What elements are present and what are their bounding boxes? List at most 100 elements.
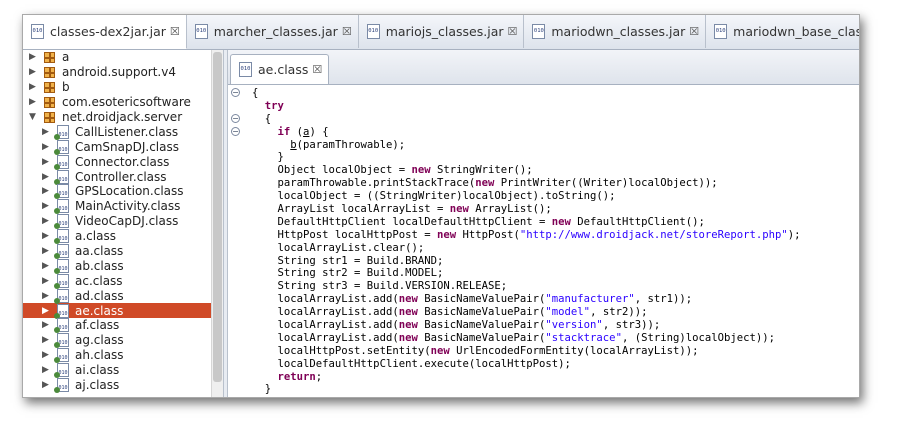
class-file-icon: 010 <box>54 333 69 349</box>
tree-package-row[interactable]: ▶ a <box>23 50 223 65</box>
package-icon <box>44 96 55 108</box>
code-token: BasicNameValuePair( <box>417 331 546 344</box>
expand-arrow-icon[interactable]: ▶ <box>27 52 38 62</box>
tab-marcher-classes[interactable]: 010 marcher_classes.jar ☒ <box>187 15 359 48</box>
close-icon[interactable]: ☒ <box>342 25 352 38</box>
tab-mariodwn-base-classes[interactable]: 010 mariodwn_base_classes.jar ☒ <box>706 15 859 48</box>
class-file-icon: 010 <box>54 258 69 274</box>
expand-arrow-icon[interactable]: ▶ <box>40 127 51 137</box>
code-token: ; <box>315 370 323 383</box>
expand-arrow-icon[interactable]: ▶ <box>40 335 51 345</box>
code-keyword: if <box>277 125 291 138</box>
expand-arrow-icon[interactable]: ▶ <box>40 365 51 375</box>
fold-collapse-icon[interactable]: − <box>231 127 240 136</box>
code-token: localHttpPost.setEntity( <box>277 344 431 357</box>
expand-arrow-icon[interactable]: ▶ <box>40 172 51 182</box>
scrollbar-thumb[interactable] <box>213 52 222 382</box>
tree-class-row[interactable]: ▶ 010 aa.class <box>23 244 223 260</box>
tab-classes-dex2jar[interactable]: 010 classes-dex2jar.jar ☒ <box>23 15 187 49</box>
code-line: ArrayList localArrayList = new ArrayList… <box>252 203 852 216</box>
class-label: VideoCapDJ.class <box>75 214 179 229</box>
fold-collapse-icon[interactable]: − <box>231 88 240 97</box>
expand-arrow-icon[interactable]: ▶ <box>40 261 51 271</box>
tree-package-row[interactable]: ▶ com.esotericsoftware <box>23 95 223 110</box>
expand-arrow-icon[interactable]: ▶ <box>27 82 38 92</box>
tree-class-row[interactable]: ▶ 010 Controller.class <box>23 169 223 185</box>
tree-scrollbar[interactable] <box>211 50 223 397</box>
code-line: String str3 = Build.VERSION.RELEASE; <box>252 280 852 293</box>
expand-arrow-icon[interactable]: ▶ <box>40 246 51 256</box>
code-line: localArrayList.add(new BasicNameValuePai… <box>252 293 852 306</box>
code-token: localArrayList.add( <box>277 293 399 306</box>
tree-class-row[interactable]: ▶ 010 aj.class <box>23 378 223 394</box>
expand-arrow-icon[interactable]: ▶ <box>40 231 51 241</box>
tab-mariodwn-classes[interactable]: 010 mariodwn_classes.jar ☒ <box>524 15 707 48</box>
tab-label: mariojs_classes.jar <box>385 24 504 39</box>
class-label: aa.class <box>75 244 124 259</box>
class-file-icon: 010 <box>54 318 69 334</box>
tree-class-row[interactable]: ▶ 010 Connector.class <box>23 154 223 170</box>
code-line: DefaultHttpClient localDefaultHttpClient… <box>252 216 852 229</box>
tree-package-row[interactable]: ▶ android.support.v4 <box>23 65 223 80</box>
code-token: ) { <box>309 125 329 138</box>
expand-arrow-icon[interactable]: ▶ <box>40 306 51 316</box>
code-string: "manufacturer" <box>545 293 635 306</box>
code-token: BasicNameValuePair( <box>417 306 546 319</box>
tree-class-row[interactable]: ▶ 010 ag.class <box>23 333 223 349</box>
code-token: } <box>264 383 272 396</box>
expand-arrow-icon[interactable]: ▶ <box>40 291 51 301</box>
close-icon[interactable]: ☒ <box>312 63 322 76</box>
expand-arrow-icon[interactable]: ▶ <box>40 186 51 196</box>
tab-mariojs-classes[interactable]: 010 mariojs_classes.jar ☒ <box>359 15 525 48</box>
expand-arrow-icon[interactable]: ▶ <box>40 350 51 360</box>
expand-arrow-icon[interactable]: ▶ <box>40 142 51 152</box>
expand-arrow-icon[interactable]: ▶ <box>40 276 51 286</box>
tree-class-row[interactable]: ▶ 010 CamSnapDJ.class <box>23 139 223 155</box>
close-icon[interactable]: ☒ <box>170 25 180 38</box>
fold-collapse-icon[interactable]: − <box>231 114 240 123</box>
code-token: StringWriter(); <box>430 164 533 177</box>
expand-arrow-icon[interactable]: ▶ <box>40 157 51 167</box>
collapse-arrow-icon[interactable]: ▼ <box>27 112 38 122</box>
tree-class-row[interactable]: ▶ 010 ah.class <box>23 348 223 364</box>
tree-class-row[interactable]: ▶ 010 ab.class <box>23 258 223 274</box>
code-line: paramThrowable.printStackTrace(new Print… <box>252 177 852 190</box>
code-token: ); <box>787 228 801 241</box>
expand-arrow-icon[interactable]: ▶ <box>40 380 51 390</box>
code-line: String str2 = Build.MODEL; <box>252 267 852 280</box>
code-line: try <box>252 100 852 113</box>
tree-class-row[interactable]: ▶ 010 GPSLocation.class <box>23 184 223 200</box>
tree-package-row[interactable]: ▶ b <box>23 80 223 95</box>
close-icon[interactable]: ☒ <box>689 25 699 38</box>
code-token: DefaultHttpClient localDefaultHttpClient… <box>277 215 552 228</box>
expand-arrow-icon[interactable]: ▶ <box>27 97 38 107</box>
tree-class-row[interactable]: ▶ 010 af.class <box>23 318 223 334</box>
tree-class-row[interactable]: ▶ 010 ad.class <box>23 288 223 304</box>
expand-arrow-icon[interactable]: ▶ <box>40 216 51 226</box>
close-icon[interactable]: ☒ <box>508 25 518 38</box>
code-keyword: new <box>398 293 418 306</box>
tree-class-row[interactable]: ▶ 010 MainActivity.class <box>23 199 223 215</box>
tree-class-row[interactable]: ▶ 010 ai.class <box>23 363 223 379</box>
code-line: Object localObject = new StringWriter(); <box>252 164 852 177</box>
source-code[interactable]: { try { if (a) { b(paramThrowable); } Ob… <box>252 87 852 397</box>
tree-class-row[interactable]: ▶ 010 a.class <box>23 229 223 245</box>
tree-class-row[interactable]: ▶ 010 ac.class <box>23 273 223 289</box>
tree-package-row[interactable]: ▼ net.droidjack.server <box>23 110 223 125</box>
tree-class-row[interactable]: ▶ 010 VideoCapDJ.class <box>23 214 223 230</box>
code-token: UrlEncodedFormEntity(localArrayList)); <box>449 344 699 357</box>
expand-arrow-icon[interactable]: ▶ <box>27 67 38 77</box>
package-icon <box>44 111 55 123</box>
tab-ae-class[interactable]: 010 ae.class ☒ <box>230 54 330 84</box>
tree-class-row[interactable]: ▶ 010 CallListener.class <box>23 124 223 140</box>
expand-arrow-icon[interactable]: ▶ <box>40 201 51 211</box>
tree-class-row-selected[interactable]: ▶ 010 ae.class <box>23 303 223 319</box>
expand-arrow-icon[interactable]: ▶ <box>40 320 51 330</box>
tab-label: ae.class <box>258 62 309 77</box>
